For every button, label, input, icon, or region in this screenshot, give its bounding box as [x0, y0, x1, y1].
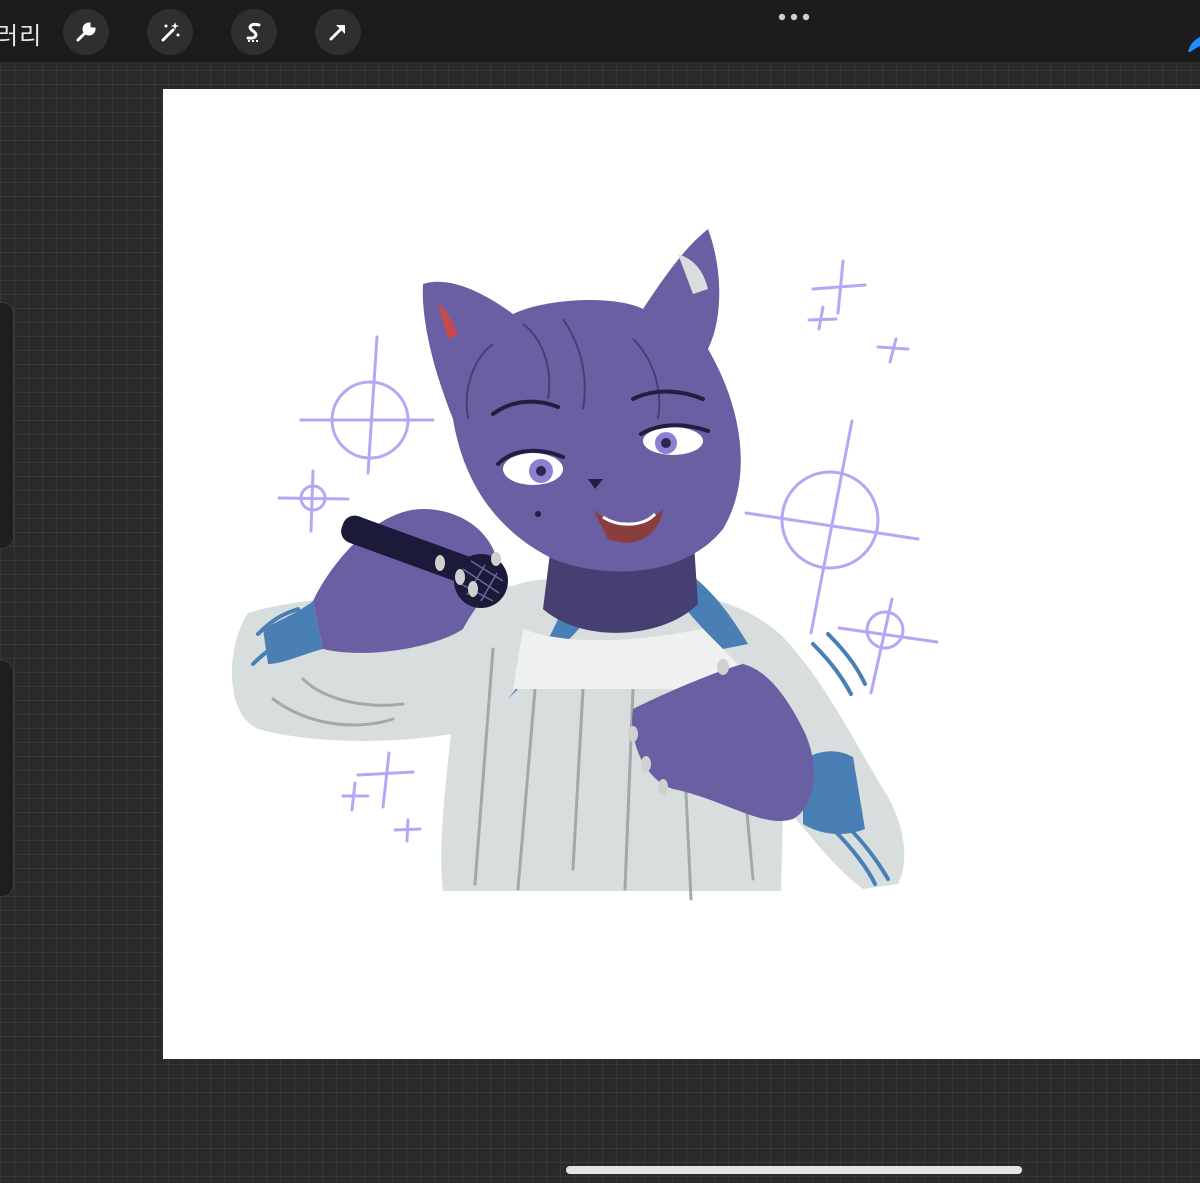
top-toolbar: 러리 — [0, 0, 1200, 62]
drawing-canvas[interactable] — [163, 89, 1200, 1059]
selection-icon[interactable] — [231, 9, 277, 55]
artwork-cat-boy-with-microphone — [231, 229, 939, 901]
brush-icon[interactable] — [1184, 36, 1200, 52]
head — [422, 229, 741, 572]
transform-arrow-icon[interactable] — [315, 9, 361, 55]
home-indicator[interactable] — [566, 1166, 1022, 1174]
more-dots-icon[interactable] — [774, 10, 814, 24]
magic-wand-icon[interactable] — [147, 9, 193, 55]
opacity-slider[interactable] — [0, 660, 14, 897]
wrench-icon[interactable] — [63, 9, 109, 55]
gallery-button[interactable]: 러리 — [0, 16, 42, 51]
brush-size-slider[interactable] — [0, 302, 14, 549]
